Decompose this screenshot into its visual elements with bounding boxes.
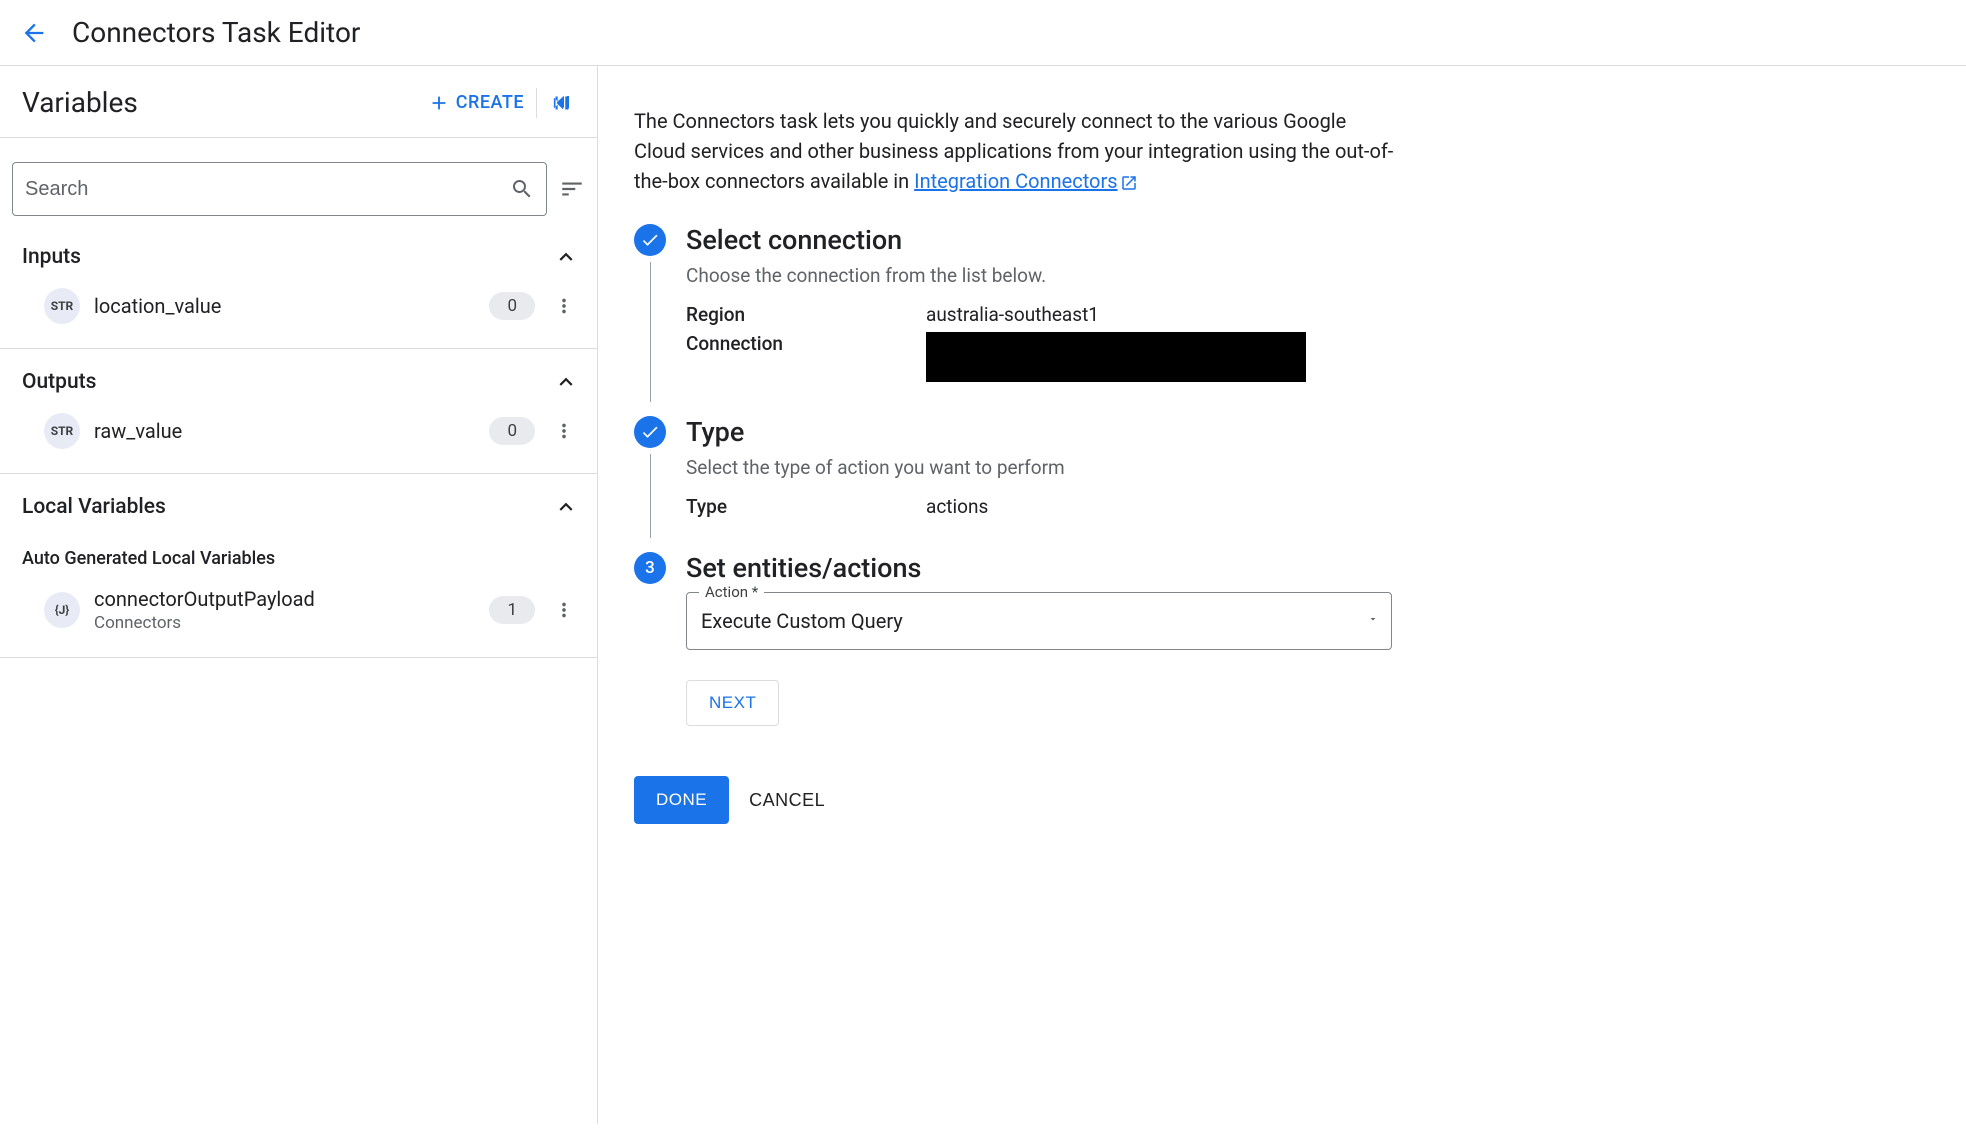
count-badge: 1: [489, 596, 535, 624]
integration-connectors-link[interactable]: Integration Connectors: [914, 169, 1137, 193]
variable-row[interactable]: {J} connectorOutputPayload Connectors 1: [22, 577, 585, 637]
sidebar-title: Variables: [22, 86, 138, 119]
step-entities: 3 Set entities/actions Action * Execute …: [634, 552, 1930, 746]
cancel-button[interactable]: CANCEL: [749, 776, 825, 824]
done-button[interactable]: DONE: [634, 776, 729, 824]
divider: [536, 88, 537, 118]
outputs-title: Outputs: [22, 370, 96, 394]
outputs-section: Outputs STR raw_value 0: [0, 349, 597, 474]
external-link-icon: [1120, 174, 1138, 192]
connection-value-redacted: [926, 332, 1306, 382]
region-label: Region: [686, 303, 926, 326]
search-icon: [510, 177, 534, 201]
inputs-section: Inputs STR location_value 0: [0, 224, 597, 349]
chevron-up-icon[interactable]: [553, 494, 579, 520]
intro-link-text: Integration Connectors: [914, 169, 1117, 193]
main-content: The Connectors task lets you quickly and…: [598, 66, 1966, 1124]
filter-icon[interactable]: [559, 176, 585, 202]
region-value: australia-southeast1: [926, 303, 1099, 326]
search-box[interactable]: [12, 162, 547, 216]
step-check-icon: [634, 224, 666, 256]
step-title: Set entities/actions: [686, 552, 1930, 584]
connection-label: Connection: [686, 332, 926, 382]
step-select-connection: Select connection Choose the connection …: [634, 224, 1930, 408]
step-desc: Choose the connection from the list belo…: [686, 264, 1930, 287]
count-badge: 0: [489, 292, 535, 320]
variable-subtitle: Connectors: [94, 613, 475, 633]
collapse-panel-icon[interactable]: [549, 90, 575, 116]
action-select-value: Execute Custom Query: [701, 609, 1377, 633]
create-label: CREATE: [456, 92, 524, 113]
local-vars-title: Local Variables: [22, 495, 166, 519]
type-badge-str: STR: [44, 413, 80, 449]
intro-text: The Connectors task lets you quickly and…: [634, 106, 1394, 196]
create-button[interactable]: CREATE: [428, 92, 524, 114]
variable-name: raw_value: [94, 419, 475, 443]
count-badge: 0: [489, 417, 535, 445]
variable-row[interactable]: STR location_value 0: [22, 278, 585, 328]
type-value: actions: [926, 495, 988, 518]
more-vert-icon[interactable]: [549, 416, 579, 446]
variable-row[interactable]: STR raw_value 0: [22, 403, 585, 453]
action-select[interactable]: Action * Execute Custom Query: [686, 592, 1392, 650]
step-number-icon: 3: [634, 552, 666, 584]
plus-icon: [428, 92, 450, 114]
variable-name: connectorOutputPayload: [94, 587, 475, 611]
chevron-up-icon[interactable]: [553, 369, 579, 395]
type-badge-str: STR: [44, 288, 80, 324]
step-check-icon: [634, 416, 666, 448]
type-badge-json: {J}: [44, 592, 80, 628]
more-vert-icon[interactable]: [549, 595, 579, 625]
step-type: Type Select the type of action you want …: [634, 416, 1930, 544]
step-title: Type: [686, 416, 1930, 448]
step-title: Select connection: [686, 224, 1930, 256]
search-input[interactable]: [25, 178, 510, 201]
variables-sidebar: Variables CREATE: [0, 66, 598, 1124]
page-title: Connectors Task Editor: [72, 16, 360, 49]
type-label: Type: [686, 495, 926, 518]
step-connector-line: [650, 262, 651, 402]
action-select-label: Action *: [699, 583, 764, 601]
chevron-up-icon[interactable]: [553, 244, 579, 270]
step-connector-line: [650, 454, 651, 538]
auto-gen-title: Auto Generated Local Variables: [22, 528, 585, 577]
local-vars-section: Local Variables Auto Generated Local Var…: [0, 474, 597, 658]
next-button[interactable]: NEXT: [686, 680, 779, 726]
step-desc: Select the type of action you want to pe…: [686, 456, 1930, 479]
dropdown-arrow-icon: [1367, 613, 1379, 629]
variable-name: location_value: [94, 294, 475, 318]
inputs-title: Inputs: [22, 245, 81, 269]
back-arrow-icon[interactable]: [20, 19, 48, 47]
more-vert-icon[interactable]: [549, 291, 579, 321]
